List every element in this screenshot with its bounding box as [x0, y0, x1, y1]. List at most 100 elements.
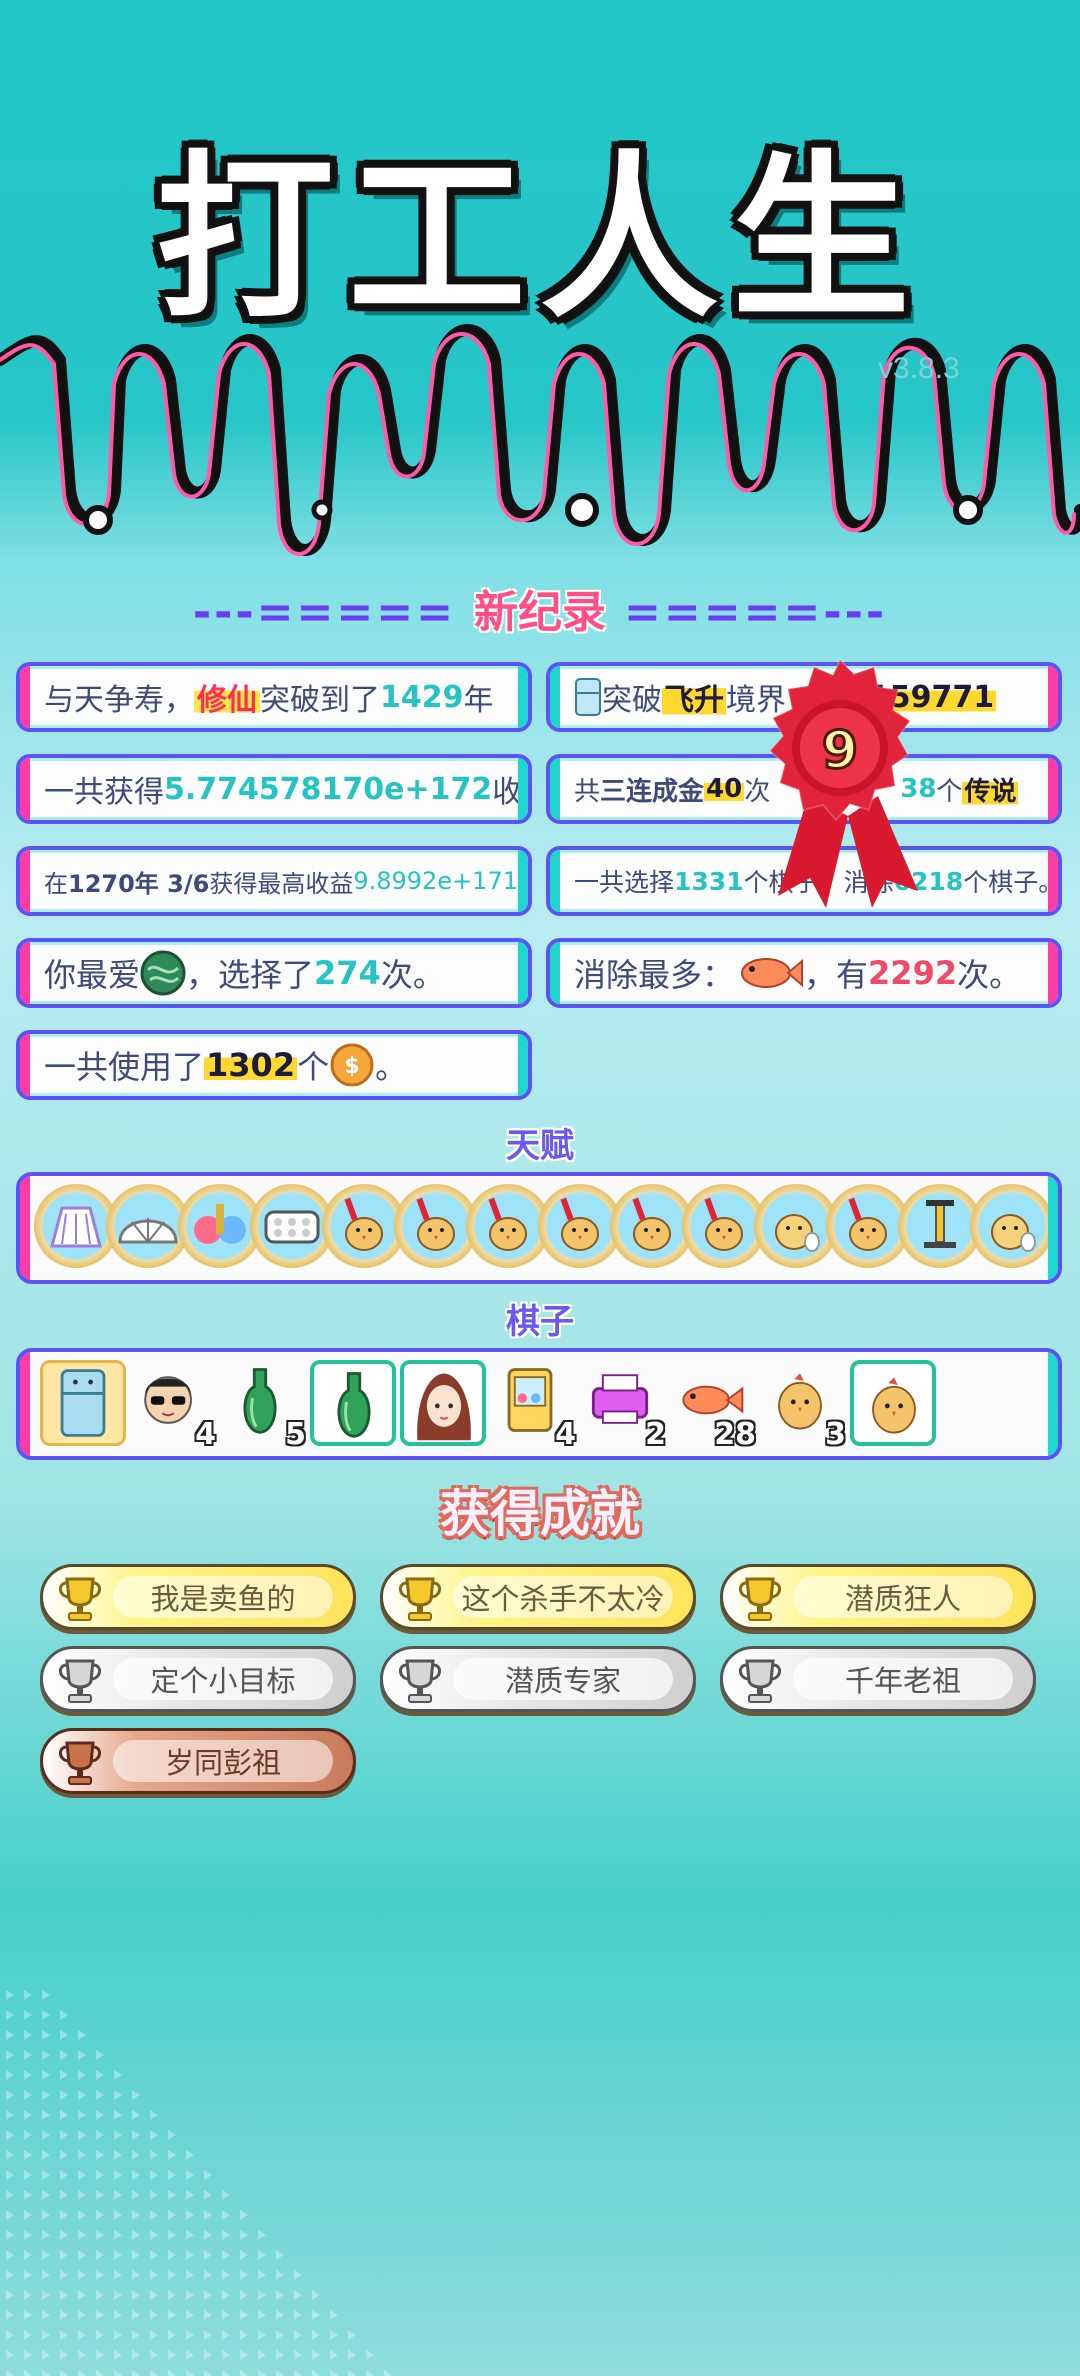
- rank-seal-badge: 9: [768, 658, 918, 908]
- record-text: ，选择了: [186, 956, 315, 994]
- trophy-icon: [739, 1659, 781, 1703]
- piece-count: 4: [195, 1417, 216, 1452]
- woman-avatar-icon: [417, 1373, 471, 1441]
- record-text: 获得最高收益: [209, 869, 354, 898]
- trophy-icon: [59, 1659, 101, 1703]
- new-record-heading: ---===== 新纪录 =====---: [0, 576, 1080, 640]
- piece-count: 2: [645, 1417, 666, 1452]
- achievement-label: 岁同彭祖: [113, 1740, 333, 1782]
- trophy-icon: [399, 1659, 441, 1703]
- record-text: 一共选择: [574, 868, 675, 897]
- fridge-icon: [575, 678, 601, 716]
- dot-pattern-decoration: [6, 1990, 392, 2376]
- record-text: 一共使用了: [44, 1048, 205, 1086]
- fish-icon: [741, 958, 804, 988]
- achievement-badge[interactable]: 我是卖鱼的: [40, 1564, 356, 1630]
- dash-left: ---=====: [192, 587, 456, 638]
- trophy-icon: [739, 1577, 781, 1621]
- svg-text:$: $: [344, 1054, 359, 1079]
- record-value: 5.774578170e+172: [164, 771, 493, 807]
- record-text: 年: [463, 683, 494, 718]
- record-text: 与天争寿，: [44, 683, 194, 718]
- new-record-label: 新纪录: [474, 587, 606, 638]
- piece-slot[interactable]: [850, 1360, 936, 1446]
- record-text: 次。: [957, 956, 1022, 994]
- dash-right: =====---: [624, 587, 888, 638]
- record-card-best-income: 在 1270年 3/6 获得最高收益 9.8992e+171: [16, 846, 532, 916]
- piece-slot[interactable]: 4: [490, 1360, 576, 1452]
- fridge-icon: [60, 1369, 106, 1437]
- header: 打工人生 v3.8.3: [0, 0, 1080, 560]
- chick-egg-icon: [991, 1214, 1036, 1252]
- trophy-icon: [59, 1741, 101, 1785]
- record-card-most-removed: 消除最多： ，有 2292 次。: [546, 938, 1062, 1008]
- record-text: 收益: [492, 775, 528, 810]
- record-value: 1302: [204, 1046, 298, 1084]
- talent-strip: [16, 1172, 1062, 1284]
- record-text: 个棋子。: [963, 868, 1062, 897]
- pieces-heading: 棋子: [506, 1302, 574, 1342]
- record-card-earnings: 一共获得5.774578170e+172收益: [16, 754, 532, 824]
- piece-count: 3: [825, 1417, 846, 1452]
- record-highlight: 传说: [962, 770, 1019, 808]
- achievement-label: 这个杀手不太冷: [453, 1576, 673, 1618]
- version-label: v3.8.3: [878, 352, 960, 385]
- green-bottle-icon: [337, 1372, 371, 1438]
- piece-slot[interactable]: 5: [220, 1360, 306, 1452]
- record-text: 共: [574, 776, 601, 807]
- record-text: 个: [297, 1048, 330, 1086]
- talent-heading: 天赋: [506, 1126, 574, 1166]
- piece-slot[interactable]: [310, 1360, 396, 1446]
- piece-count: 4: [555, 1417, 576, 1452]
- record-date: 1270年 3/6: [68, 869, 210, 898]
- trophy-icon: [399, 1577, 441, 1621]
- record-highlight: 修仙: [194, 675, 260, 719]
- record-highlight: 飞升: [662, 675, 726, 719]
- record-text: 突破: [602, 683, 662, 718]
- piece-count: 28: [714, 1417, 756, 1452]
- record-value: 9.8992e+171: [353, 867, 518, 895]
- achievement-badge[interactable]: 千年老祖: [720, 1646, 1036, 1712]
- piece-slot[interactable]: [400, 1360, 486, 1446]
- achievement-badge[interactable]: 岁同彭祖: [40, 1728, 356, 1794]
- record-value: 2292: [868, 954, 958, 992]
- record-text: 。: [375, 1048, 408, 1086]
- chick-icon: [872, 1377, 916, 1434]
- record-value: 1429: [380, 679, 464, 715]
- record-text: 消除最多：: [574, 956, 735, 994]
- achievement-badge[interactable]: 定个小目标: [40, 1646, 356, 1712]
- record-value: 1331: [674, 866, 744, 896]
- piece-slot[interactable]: 3: [760, 1360, 846, 1452]
- record-card-coins-used: 一共使用了 1302 个 $ 。: [16, 1030, 532, 1100]
- achievement-badge[interactable]: 潜质专家: [380, 1646, 696, 1712]
- piece-slot[interactable]: 4: [130, 1360, 216, 1452]
- record-value: 40: [704, 774, 745, 804]
- record-card-favorite: 你最爱 ，选择了 274 次。: [16, 938, 532, 1008]
- record-card-cultivation: 与天争寿， 修仙 突破到了 1429 年: [16, 662, 532, 732]
- achievement-label: 潜质专家: [453, 1658, 673, 1700]
- talent-item[interactable]: [970, 1184, 1054, 1268]
- record-value: 274: [314, 954, 381, 992]
- achievement-label: 我是卖鱼的: [113, 1576, 333, 1618]
- green-orb-icon: [140, 950, 186, 996]
- record-text: 次。: [380, 956, 445, 994]
- record-text: 在: [44, 869, 68, 898]
- achievement-badge[interactable]: 潜质狂人: [720, 1564, 1036, 1630]
- piece-slot[interactable]: 28: [670, 1360, 756, 1452]
- achievement-label: 千年老祖: [793, 1658, 1013, 1700]
- piece-slot[interactable]: 2: [580, 1360, 666, 1452]
- game-title: 打工人生: [156, 135, 924, 342]
- piece-slot[interactable]: [40, 1360, 126, 1446]
- achievements-heading: 获得成就: [440, 1485, 640, 1543]
- coin-icon: $: [330, 1043, 374, 1087]
- achievement-badge[interactable]: 这个杀手不太冷: [380, 1564, 696, 1630]
- achievement-label: 潜质狂人: [793, 1576, 1013, 1618]
- pieces-strip: 4 5 4 2 28 3: [16, 1348, 1062, 1460]
- trophy-icon: [59, 1577, 101, 1621]
- record-text: 你最爱: [44, 956, 141, 994]
- record-text: 一共获得: [44, 775, 164, 810]
- record-highlight: 三连成金: [600, 776, 705, 807]
- seal-number: 9: [822, 721, 858, 781]
- piece-count: 5: [285, 1417, 306, 1452]
- achievement-label: 定个小目标: [113, 1658, 333, 1700]
